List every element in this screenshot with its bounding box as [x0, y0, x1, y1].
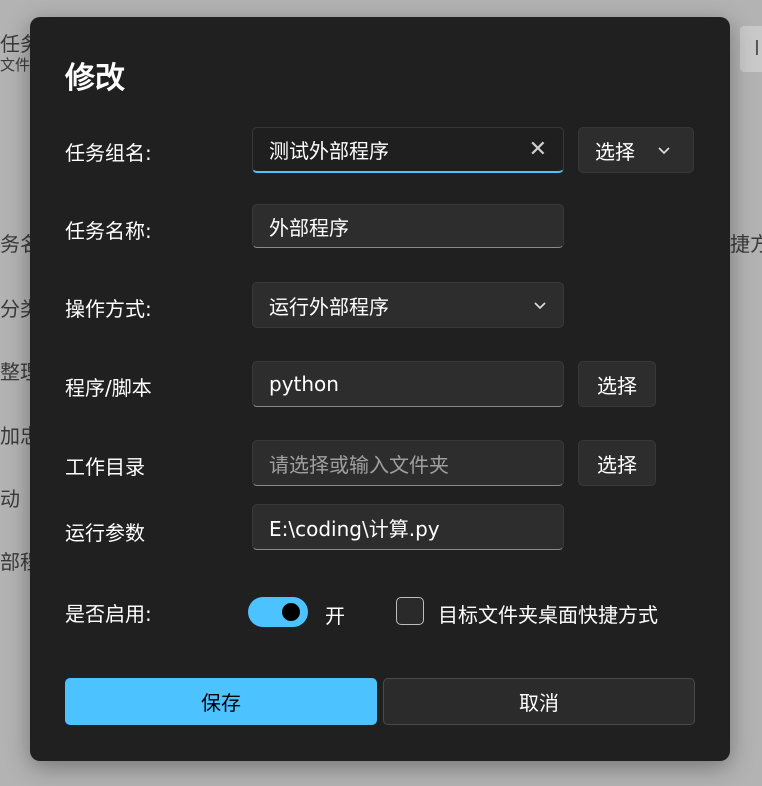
dialog-title: 修改: [65, 61, 125, 96]
task-group-select-label: 选择: [595, 139, 635, 164]
background-button-text: I: [754, 36, 760, 60]
program-label: 程序/脚本: [65, 376, 152, 400]
task-group-select-button[interactable]: 选择: [578, 127, 694, 173]
program-value: python: [269, 372, 339, 396]
workdir-input[interactable]: 请选择或输入文件夹: [252, 440, 564, 486]
cancel-button[interactable]: 取消: [383, 678, 695, 725]
task-group-label: 任务组名:: [65, 141, 152, 165]
toggle-knob: [282, 603, 300, 621]
background-label-fragment: 捷方式: [730, 232, 762, 256]
enabled-state-text: 开: [325, 604, 345, 628]
workdir-label: 工作目录: [65, 455, 145, 479]
task-name-input[interactable]: 外部程序: [252, 204, 564, 248]
operation-label: 操作方式:: [65, 297, 152, 321]
chevron-down-icon: [534, 302, 546, 310]
chevron-down-icon: [658, 147, 670, 155]
save-button-label: 保存: [201, 691, 241, 715]
args-value: E:\coding\计算.py: [269, 516, 440, 541]
save-button[interactable]: 保存: [65, 678, 377, 725]
program-select-button[interactable]: 选择: [578, 361, 656, 407]
operation-value: 运行外部程序: [269, 294, 389, 319]
enabled-label: 是否启用:: [65, 602, 152, 626]
shortcut-checkbox[interactable]: [396, 597, 424, 625]
workdir-placeholder: 请选择或输入文件夹: [269, 452, 449, 477]
program-input[interactable]: python: [252, 361, 564, 407]
background-label-fragment: 动: [0, 487, 20, 511]
task-group-input[interactable]: 测试外部程序 ✕: [252, 127, 564, 173]
program-select-label: 选择: [597, 373, 637, 398]
enabled-toggle[interactable]: [248, 597, 308, 627]
operation-dropdown[interactable]: 运行外部程序: [252, 282, 564, 328]
background-button-fragment: I: [740, 26, 762, 72]
workdir-select-button[interactable]: 选择: [578, 440, 656, 486]
task-name-label: 任务名称:: [65, 219, 152, 243]
task-group-value: 测试外部程序: [269, 139, 389, 163]
args-input[interactable]: E:\coding\计算.py: [252, 504, 564, 550]
edit-dialog: 修改 任务组名: 测试外部程序 ✕ 选择 任务名称: 外部程序 操作方式: 运行…: [30, 17, 730, 761]
background-subtitle-fragment: 文件: [0, 56, 31, 74]
args-label: 运行参数: [65, 521, 145, 545]
workdir-select-label: 选择: [597, 452, 637, 477]
task-name-value: 外部程序: [269, 215, 349, 240]
shortcut-checkbox-label[interactable]: 目标文件夹桌面快捷方式: [438, 599, 658, 628]
clear-icon[interactable]: ✕: [529, 137, 547, 162]
cancel-button-label: 取消: [519, 691, 559, 715]
